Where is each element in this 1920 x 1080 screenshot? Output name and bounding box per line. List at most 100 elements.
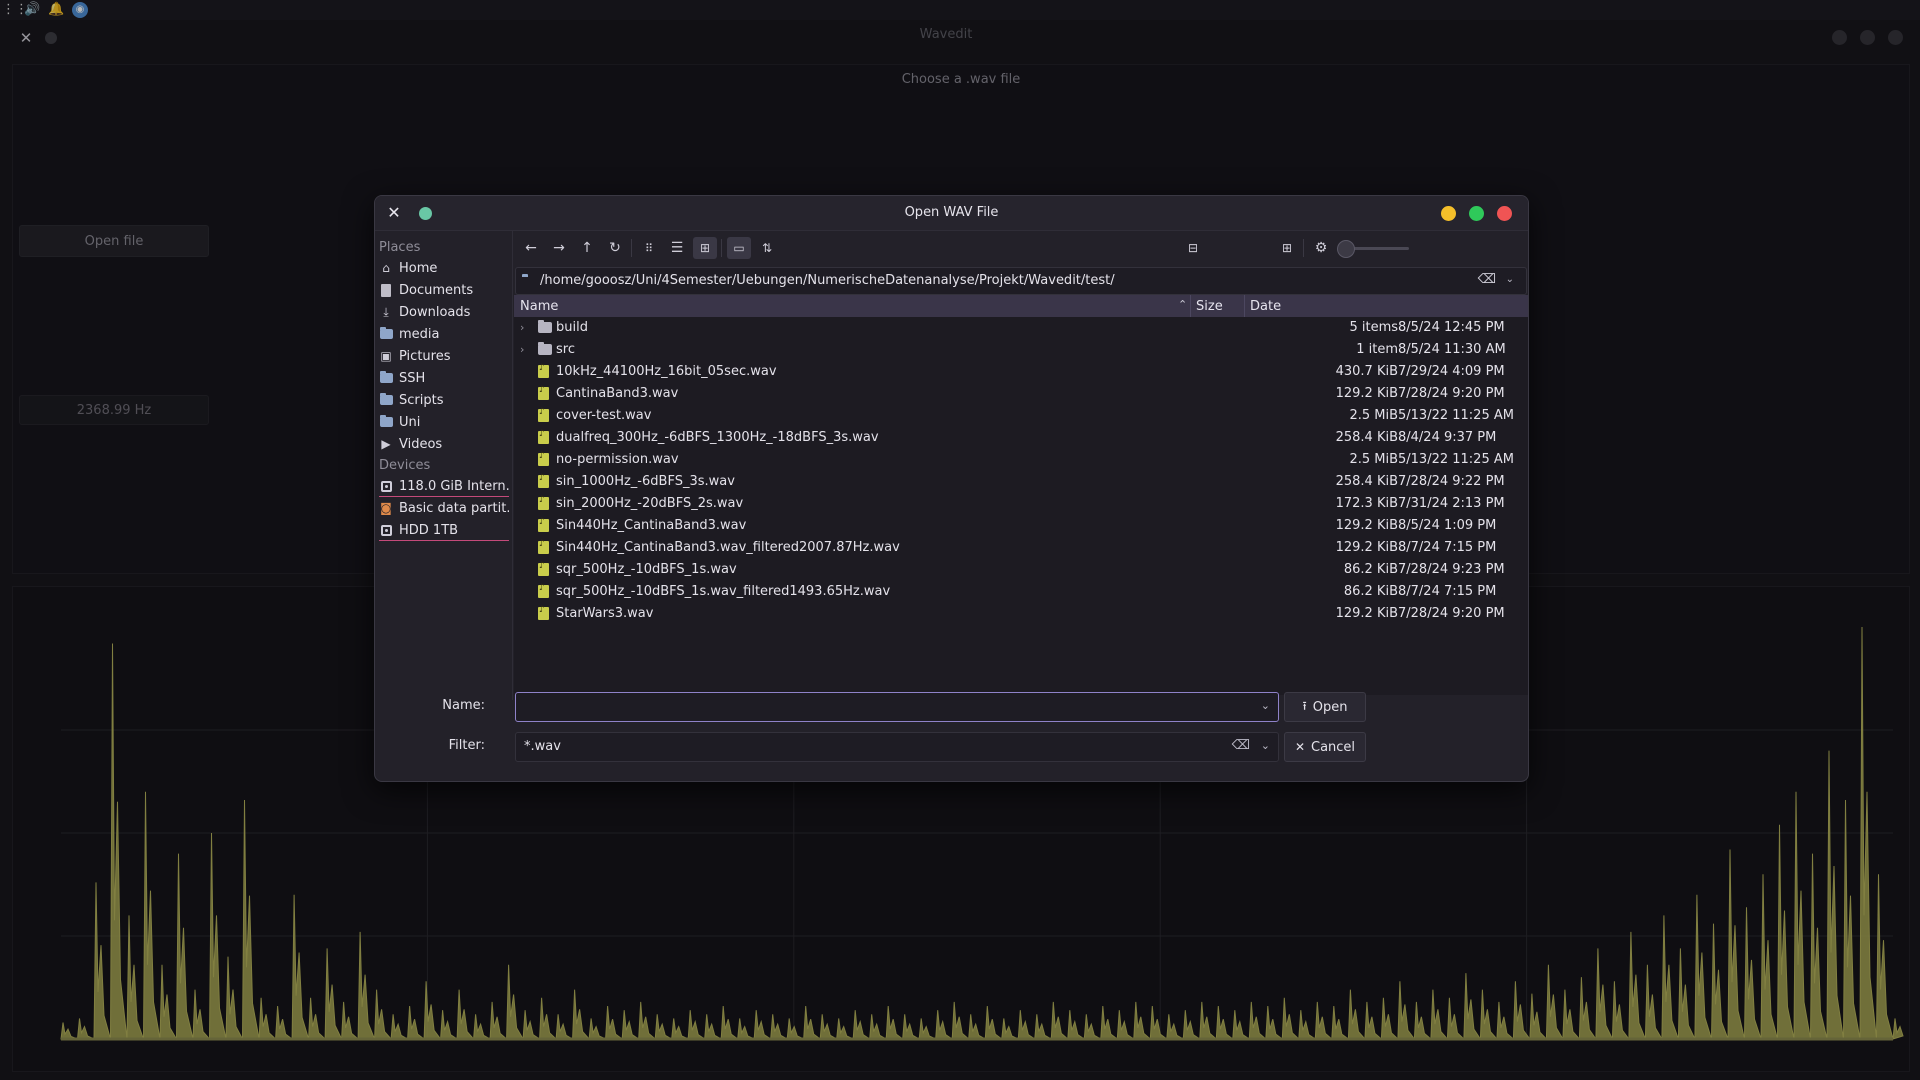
place-videos[interactable]: ▶ Videos	[379, 434, 509, 454]
zoom-out-icon[interactable]: ⊟	[1181, 237, 1205, 259]
chevron-down-icon[interactable]: ⌄	[1261, 699, 1270, 712]
place-scripts[interactable]: Scripts	[379, 390, 509, 410]
file-row[interactable]: sin_1000Hz_-6dBFS_3s.wav 258.4 KiB7/28/24…	[514, 471, 1528, 493]
place-documents[interactable]: Documents	[379, 280, 509, 300]
file-name: sqr_500Hz_-10dBFS_1s.wav_filtered1493.65…	[556, 584, 891, 599]
file-size: 129.2 KiB	[1335, 386, 1398, 401]
cancel-button[interactable]: ✕ Cancel	[1284, 732, 1366, 762]
clear-path-icon[interactable]: ⌫	[1478, 272, 1496, 287]
file-row[interactable]: StarWars3.wav 129.2 KiB7/28/24 9:20 PM	[514, 603, 1528, 625]
location-bar[interactable]: /home/gooosz/Uni/4Semester/Uebungen/Nume…	[515, 267, 1527, 295]
place-label: Pictures	[399, 348, 451, 364]
places-label: Places	[379, 240, 421, 255]
preview-icon[interactable]: ▭	[727, 237, 751, 259]
file-name-input[interactable]	[522, 697, 1226, 717]
folder-icon	[379, 393, 393, 407]
chevron-down-icon[interactable]: ⌄	[1506, 274, 1514, 285]
file-row[interactable]: sin_2000Hz_-20dBFS_2s.wav 172.3 KiB7/31/2…	[514, 493, 1528, 515]
file-name: sqr_500Hz_-10dBFS_1s.wav	[556, 562, 737, 577]
device-hdd-1tb[interactable]: HDD 1TB	[379, 520, 509, 541]
file-date: 7/28/24 9:23 PM	[1398, 562, 1505, 577]
close-button[interactable]	[1497, 206, 1512, 221]
name-combobox[interactable]: ⌄	[515, 692, 1279, 722]
file-name: StarWars3.wav	[556, 606, 654, 621]
place-label: Scripts	[399, 392, 444, 408]
toolbar-separator	[1303, 239, 1304, 257]
zoom-in-icon[interactable]: ⊞	[1275, 237, 1299, 259]
reload-icon[interactable]: ↻	[603, 237, 627, 259]
file-name: Sin440Hz_CantinaBand3.wav_filtered2007.8…	[556, 540, 900, 555]
picture-icon: ▣	[380, 349, 392, 363]
document-icon	[379, 283, 393, 297]
file-row[interactable]: Sin440Hz_CantinaBand3.wav_filtered2007.8…	[514, 537, 1528, 559]
device-internal-drive[interactable]: 118.0 GiB Intern...	[379, 476, 509, 497]
file-row[interactable]: sqr_500Hz_-10dBFS_1s.wav 86.2 KiB7/28/24 …	[514, 559, 1528, 581]
file-row[interactable]: Sin440Hz_CantinaBand3.wav 129.2 KiB8/5/24…	[514, 515, 1528, 537]
place-label: Documents	[399, 282, 474, 298]
file-size: 1 item	[1356, 342, 1398, 357]
device-label: HDD 1TB	[399, 522, 459, 538]
clear-filter-icon[interactable]: ⌫	[1232, 738, 1250, 753]
folder-icon	[538, 342, 552, 355]
wav-file-icon	[538, 539, 549, 554]
open-button-label: Open	[1312, 699, 1348, 715]
expand-chevron-icon[interactable]: ›	[520, 343, 524, 356]
file-row[interactable]: CantinaBand3.wav 129.2 KiB7/28/24 9:20 PM	[514, 383, 1528, 405]
file-row[interactable]: dualfreq_300Hz_-6dBFS_1300Hz_-18dBFS_3s.…	[514, 427, 1528, 449]
place-media[interactable]: media	[379, 324, 509, 344]
file-list-header: Name ⌃ Size Date	[514, 295, 1528, 317]
file-size: 86.2 KiB	[1343, 562, 1398, 577]
tree-view-icon[interactable]: ⊞	[693, 237, 717, 259]
file-row[interactable]: cover-test.wav 2.5 MiB5/13/22 11:25 AM	[514, 405, 1528, 427]
list-view-icon[interactable]: ☰	[665, 237, 689, 259]
zoom-slider-handle[interactable]	[1337, 240, 1355, 258]
file-row[interactable]: 10kHz_44100Hz_16bit_05sec.wav 430.7 KiB7/…	[514, 361, 1528, 383]
place-downloads[interactable]: ⤓ Downloads	[379, 302, 509, 322]
drive-icon	[379, 523, 393, 537]
maximize-button[interactable]	[1469, 206, 1484, 221]
file-size: 86.2 KiB	[1343, 584, 1398, 599]
file-date: 8/7/24 7:15 PM	[1398, 584, 1497, 599]
file-date: 5/13/22 11:25 AM	[1398, 452, 1514, 467]
device-basic-data-partition[interactable]: ◙ Basic data partit...	[379, 498, 509, 518]
back-arrow-icon[interactable]: ←	[519, 237, 543, 259]
place-label: Uni	[399, 414, 421, 430]
sort-icon[interactable]: ⇅	[755, 237, 779, 259]
file-size: 2.5 MiB	[1349, 452, 1398, 467]
file-date: 7/28/24 9:20 PM	[1398, 386, 1505, 401]
minimize-button[interactable]	[1441, 206, 1456, 221]
forward-arrow-icon[interactable]: →	[547, 237, 571, 259]
filter-combobox[interactable]: *.wav ⌫ ⌄	[515, 732, 1279, 762]
column-name-header[interactable]: Name	[520, 299, 558, 314]
file-size: 129.2 KiB	[1335, 518, 1398, 533]
file-name: Sin440Hz_CantinaBand3.wav	[556, 518, 747, 533]
file-row[interactable]: sqr_500Hz_-10dBFS_1s.wav_filtered1493.65…	[514, 581, 1528, 603]
file-row[interactable]: › src 1 item 8/5/24 11:30 AM	[514, 339, 1528, 361]
column-divider	[1244, 295, 1245, 317]
place-pictures[interactable]: ▣ Pictures	[379, 346, 509, 366]
folder-icon	[379, 415, 393, 429]
file-date: 8/7/24 7:15 PM	[1398, 540, 1497, 555]
icon-view-icon[interactable]: ⠿	[637, 237, 661, 259]
file-date: 7/28/24 9:20 PM	[1398, 606, 1505, 621]
place-home[interactable]: ⌂ Home	[379, 258, 509, 278]
column-size-header[interactable]: Size	[1196, 299, 1223, 314]
file-row[interactable]: no-permission.wav 2.5 MiB5/13/22 11:25 AM	[514, 449, 1528, 471]
filter-value[interactable]: *.wav	[524, 739, 561, 754]
settings-gear-icon[interactable]: ⚙	[1309, 237, 1333, 259]
path-text[interactable]: /home/gooosz/Uni/4Semester/Uebungen/Nume…	[540, 273, 1115, 288]
file-name: src	[556, 342, 575, 357]
place-uni[interactable]: Uni	[379, 412, 509, 432]
expand-chevron-icon[interactable]: ›	[520, 321, 524, 334]
up-arrow-icon[interactable]: ↑	[575, 237, 599, 259]
wav-file-icon	[538, 473, 549, 488]
column-date-header[interactable]: Date	[1250, 299, 1281, 314]
file-name: dualfreq_300Hz_-6dBFS_1300Hz_-18dBFS_3s.…	[556, 430, 879, 445]
file-size: 5 items	[1349, 320, 1398, 335]
file-row[interactable]: › build 5 items 8/5/24 12:45 PM	[514, 317, 1528, 339]
folder-icon	[538, 320, 552, 333]
home-icon: ⌂	[382, 261, 390, 275]
chevron-down-icon[interactable]: ⌄	[1261, 739, 1270, 752]
place-ssh[interactable]: SSH	[379, 368, 509, 388]
open-button[interactable]: ⭱ Open	[1284, 692, 1366, 722]
